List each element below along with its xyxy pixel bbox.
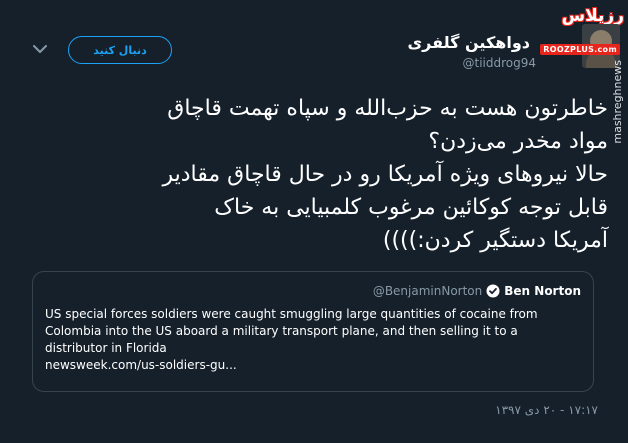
author-handle[interactable]: @tiiddrog94 bbox=[462, 56, 536, 70]
tweet-line: قابل توجه کوکائین مرغوب کلمبیایی به خاک bbox=[214, 195, 608, 220]
site-logo: رزپلاس bbox=[561, 6, 624, 26]
quoted-line: Colombia into the US aboard a military t… bbox=[45, 324, 518, 338]
tweet-timestamp[interactable]: ۱۷:۱۷ - ۲۰ دی ۱۳۹۷ bbox=[495, 403, 598, 417]
quoted-line: distributor in Florida bbox=[45, 341, 167, 355]
verified-badge-icon bbox=[486, 284, 500, 298]
tweet-card: رزپلاس ROOZPLUS.com mashreghnews دواهکین… bbox=[0, 0, 628, 443]
tweet-line: مواد مخدر می‌زدن؟ bbox=[428, 129, 608, 154]
tweet-line: حالا نیروهای ویژه آمریکا رو در حال قاچاق… bbox=[162, 162, 609, 187]
quoted-tweet[interactable]: @BenjaminNorton Ben Norton US special fo… bbox=[32, 271, 594, 392]
quoted-author-name: Ben Norton bbox=[504, 284, 581, 298]
quoted-line: US special forces soldiers were caught s… bbox=[45, 307, 538, 321]
tweet-text: خاطرتون هست به حزب‌الله و سپاه تهمت قاچا… bbox=[8, 92, 609, 257]
tweet-line: آمریکا دستگیر کردن:)))) bbox=[382, 228, 608, 253]
tweet-line: خاطرتون هست به حزب‌الله و سپاه تهمت قاچا… bbox=[167, 96, 608, 121]
quoted-link[interactable]: newsweek.com/us-soldiers-gu... bbox=[45, 357, 585, 374]
quoted-tweet-text: US special forces soldiers were caught s… bbox=[45, 306, 585, 374]
site-badge: ROOZPLUS.com bbox=[540, 44, 620, 55]
quoted-tweet-header: @BenjaminNorton Ben Norton bbox=[373, 284, 581, 298]
vertical-watermark: mashreghnews bbox=[611, 60, 624, 144]
chevron-down-icon[interactable] bbox=[32, 42, 48, 56]
follow-button[interactable]: دنبال کنید bbox=[68, 36, 172, 64]
author-name[interactable]: دواهکین گلفری bbox=[407, 33, 530, 52]
quoted-author-handle: @BenjaminNorton bbox=[372, 284, 483, 298]
